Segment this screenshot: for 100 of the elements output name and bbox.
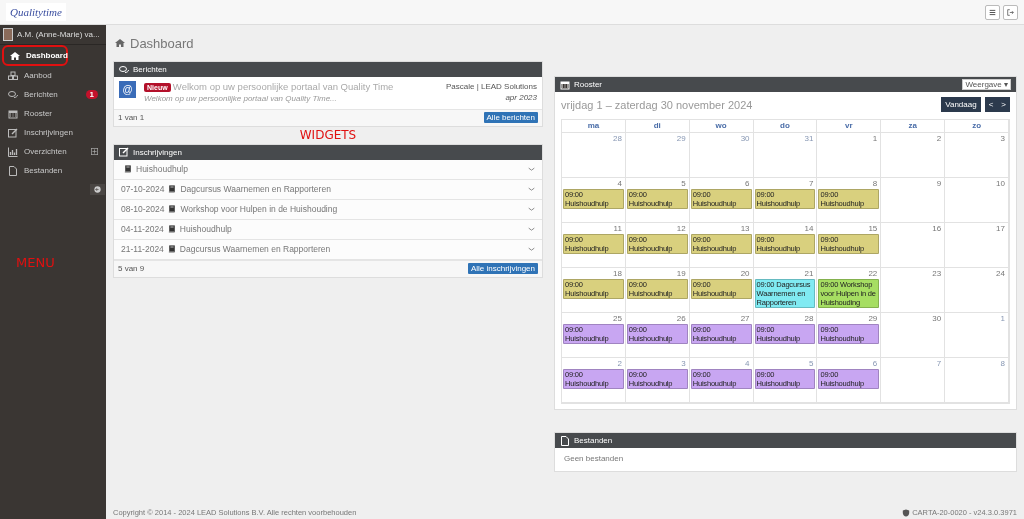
day-number: 10 [995,179,1006,188]
chevron-down-icon[interactable] [528,226,535,232]
panel-title: Berichten [133,65,167,74]
item-label: Inschrijvingen [24,128,74,137]
chevron-down-icon[interactable] [528,206,535,212]
day-number: 6 [871,359,879,368]
day-number: 6 [744,179,751,188]
sidebar-item[interactable]: Aanbod [2,66,104,85]
panel-title: Rooster [574,80,602,89]
chevron-down-icon[interactable] [528,166,535,172]
book-icon [167,245,176,254]
count-badge: 1 [85,90,98,99]
annotation-label: MENU [16,255,56,270]
weekday-header: za [881,120,946,132]
book-icon [124,165,132,174]
weekday-header: di [625,120,690,132]
bar-chart-icon [8,146,18,157]
day-number: 12 [675,224,687,233]
document-icon [560,435,570,446]
registration-name: Workshop voor Hulpen in de Huishouding [180,204,339,215]
chevron-down-icon[interactable] [528,186,535,192]
day-number: 25 [611,314,623,323]
sidebar-item[interactable]: Overzichten [2,142,104,161]
all-registrations-button[interactable]: Alle inschrijvingen [467,263,538,275]
collapse-button[interactable] [90,184,105,195]
chevron-down-icon[interactable] [528,246,535,252]
weekday-header: do [753,120,818,132]
weekday-header: ma [562,120,626,132]
day-number: 28 [611,134,623,143]
day-number: 31 [803,134,815,143]
day-number: 22 [867,269,879,278]
item-label: Berichten [24,90,59,99]
registration-date: 08-10-2024 [121,204,165,215]
day-number: 8 [871,179,879,188]
sidebar-item[interactable]: Bestanden [2,161,104,180]
day-number: 11 [612,224,623,233]
day-number: 15 [867,224,879,233]
avatar [3,28,13,41]
registration-date: 21-11-2024 [121,244,164,255]
logout-button[interactable] [1003,4,1018,20]
day-number: 30 [931,314,943,323]
book-icon [168,185,177,194]
user-name[interactable]: A.M. (Anne-Marie) va... [17,30,100,39]
day-number: 4 [744,359,751,368]
day-number: 16 [931,224,943,233]
empty-message: Geen bestanden [563,453,625,465]
day-number: 7 [807,179,815,188]
message-date: apr 2023 [504,92,537,104]
shield-icon [902,508,911,517]
panel-title: Inschrijvingen [133,147,182,157]
sidebar-item[interactable]: Inschrijvingen [2,123,104,142]
day-number: 3 [999,134,1006,143]
calendar-icon [560,79,570,90]
menu-button[interactable] [985,4,1000,20]
item-count: 5 van 9 [118,264,145,274]
item-count: 1 van 1 [118,113,145,123]
weekday-header: vr [817,120,882,132]
view-dropdown[interactable]: Weergave ▾ [962,79,1011,90]
registration-name: Dagcursus Waarnemen en Rapporteren [180,184,332,195]
all-messages-button[interactable]: Alle berichten [483,112,538,124]
item-label: Bestanden [24,166,64,175]
day-number: 19 [675,269,687,278]
message-preview: Welkom op uw persoonlijke portaal van Quality Time... [144,93,338,105]
chat-bubble-icon [8,89,18,100]
day-number: 21 [803,269,815,278]
sidebar-item[interactable]: Rooster [2,104,104,123]
at-sign-icon: @ [119,81,136,98]
today-button[interactable]: Vandaag [941,97,981,112]
calendar-icon [8,108,18,119]
registration-name: Huishoudhulp [179,224,233,235]
message-sender: Pascale | LEAD Solutions [446,81,537,93]
annotation-label: WIDGETS [298,126,358,144]
day-number: 2 [935,134,943,143]
day-number: 26 [675,314,687,323]
weekday-header: zo [945,120,1009,132]
expand-icon[interactable] [91,148,98,155]
edit-icon [119,147,129,158]
arrow-left-icon [94,186,101,193]
home-icon [115,38,125,48]
menu-icon [989,8,996,16]
logout-icon [1007,8,1014,16]
chat-bubble-icon [119,64,129,75]
day-number: 5 [807,359,815,368]
day-number: 30 [739,134,751,143]
home-icon [10,50,20,61]
day-number: 29 [675,134,687,143]
day-number: 5 [680,179,687,188]
logo: Qualitytime [6,3,66,21]
day-number: 7 [935,359,943,368]
page-title: Dashboard [130,35,194,51]
day-number: 18 [611,269,623,278]
sidebar-item[interactable]: Berichten 1 [2,85,104,104]
day-number: 24 [995,269,1006,278]
day-number: 29 [867,314,879,323]
day-number: 23 [931,269,943,278]
day-number: 14 [803,224,815,233]
day-number: 17 [995,224,1006,233]
day-number: 1 [999,314,1006,323]
registration-date: 07-10-2024 [121,184,165,195]
cubes-icon [8,70,18,81]
